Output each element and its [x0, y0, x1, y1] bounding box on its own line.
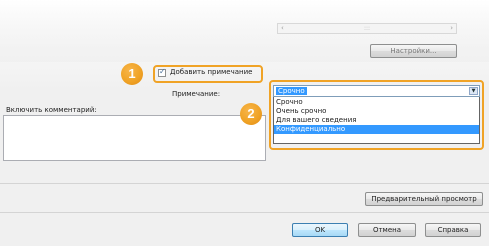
comment-textarea[interactable] — [3, 115, 266, 161]
comment-label: Включить комментарий: — [6, 106, 97, 114]
scroll-right-icon[interactable]: › — [450, 24, 453, 33]
cancel-button[interactable]: Отмена — [358, 223, 416, 237]
options-dialog: ‹ ::: › Настройки... ✓ Добавить примечан… — [0, 0, 489, 246]
callout-badge-1: 1 — [121, 63, 143, 85]
horizontal-scrollbar[interactable]: ‹ ::: › — [277, 23, 457, 34]
ok-button[interactable]: OK — [292, 223, 348, 237]
preview-button[interactable]: Предварительный просмотр — [365, 192, 483, 206]
scroll-left-icon[interactable]: ‹ — [281, 24, 284, 33]
callout-badge-2: 2 — [240, 103, 262, 125]
divider — [0, 183, 489, 184]
scroll-thumb[interactable]: ::: — [360, 26, 374, 32]
note-label: Примечание: — [172, 90, 221, 98]
callout-frame-note-select — [269, 80, 484, 150]
callout-frame-add-note — [153, 65, 263, 83]
settings-button[interactable]: Настройки... — [370, 44, 457, 58]
help-button[interactable]: Справка — [425, 223, 481, 237]
divider — [0, 212, 489, 213]
